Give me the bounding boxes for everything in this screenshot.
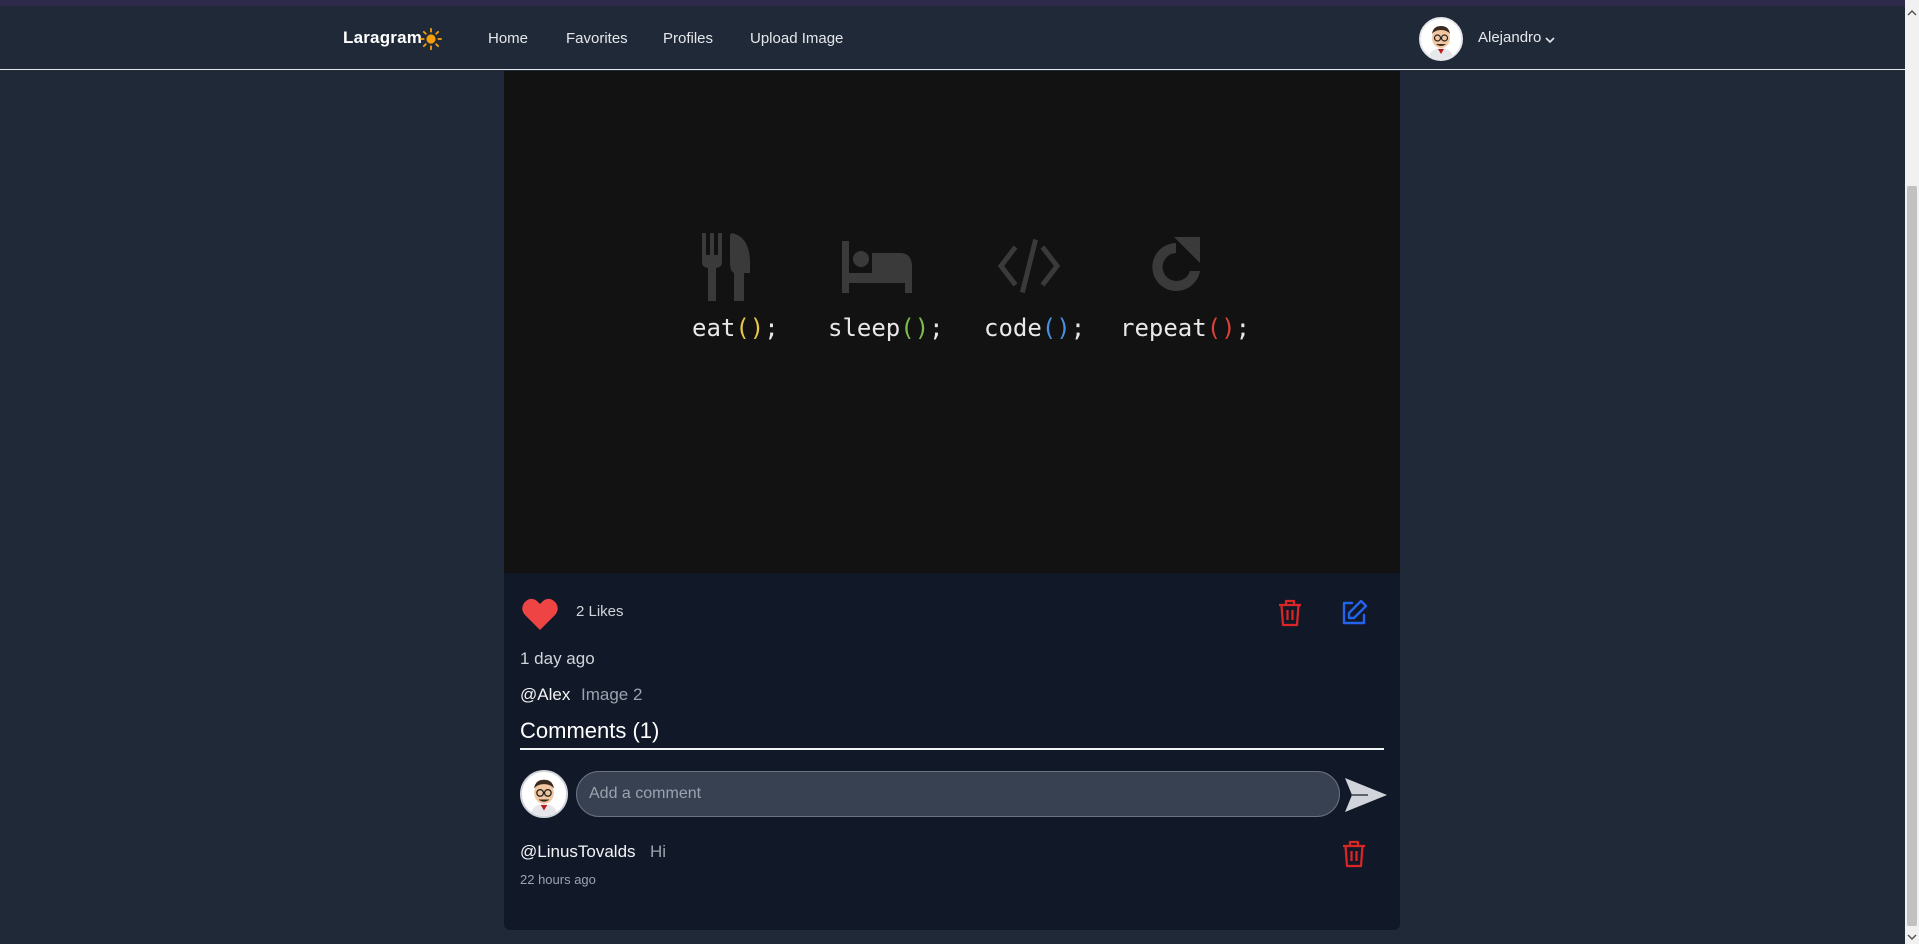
- nav-upload-image[interactable]: Upload Image: [750, 30, 843, 47]
- user-menu-name[interactable]: Alejandro: [1478, 29, 1541, 46]
- delete-comment-button[interactable]: [1342, 840, 1366, 868]
- post-image[interactable]: eat(); sleep(); code(); repeat();: [504, 71, 1400, 573]
- routine-label-repeat: repeat();: [1120, 314, 1251, 342]
- nav-favorites[interactable]: Favorites: [566, 30, 628, 47]
- comment-username[interactable]: @LinusTovalds: [520, 842, 636, 862]
- comment-input[interactable]: [576, 771, 1340, 817]
- routine-word: sleep: [828, 314, 901, 342]
- comment-avatar: [520, 770, 568, 818]
- post-card-body: 2 Likes 1 day ago @Alex Image 2 Comments…: [504, 573, 1400, 930]
- nav-home[interactable]: Home: [488, 30, 528, 47]
- routine-parens: (): [1206, 314, 1236, 342]
- sun-icon[interactable]: [420, 28, 442, 50]
- avatar-face-icon: [522, 772, 566, 816]
- comments-heading: Comments (1): [520, 718, 660, 743]
- nav-profiles[interactable]: Profiles: [663, 30, 713, 47]
- routine-parens: (): [900, 314, 930, 342]
- routine-label-code: code();: [984, 314, 1086, 342]
- scroll-down-arrow-icon[interactable]: [1905, 930, 1919, 944]
- routine-word: eat: [692, 314, 736, 342]
- comment-time: 22 hours ago: [520, 872, 596, 887]
- routine-parens: (): [1041, 314, 1071, 342]
- user-avatar[interactable]: [1419, 17, 1463, 61]
- send-comment-button[interactable]: [1344, 776, 1388, 814]
- routine-word: code: [984, 314, 1042, 342]
- edit-post-button[interactable]: [1340, 599, 1368, 627]
- post-caption: Image 2: [581, 685, 643, 704]
- scroll-up-arrow-icon[interactable]: [1905, 6, 1919, 20]
- avatar-face-icon: [1421, 19, 1461, 59]
- navbar: Laragram Home Favorites Profiles Upload …: [0, 6, 1905, 70]
- scrollbar-thumb[interactable]: [1907, 186, 1917, 926]
- code-icon: [998, 239, 1060, 293]
- routine-label-eat: eat();: [692, 314, 779, 342]
- delete-post-button[interactable]: [1278, 599, 1302, 627]
- comments-divider: [520, 748, 1384, 750]
- post-author[interactable]: @Alex: [520, 685, 570, 705]
- routine-parens: (): [735, 314, 765, 342]
- post-time-ago: 1 day ago: [520, 649, 595, 668]
- comment-text: Hi: [650, 842, 667, 861]
- likes-count: 2 Likes: [576, 603, 624, 620]
- bed-icon: [842, 241, 912, 293]
- repeat-icon: [1152, 237, 1200, 291]
- routine-word: repeat: [1120, 314, 1207, 342]
- brand-logo[interactable]: Laragram: [343, 28, 422, 48]
- routine-label-sleep: sleep();: [828, 314, 944, 342]
- chevron-down-icon[interactable]: [1545, 36, 1555, 44]
- heart-icon[interactable]: [522, 597, 558, 631]
- fork-knife-icon: [702, 233, 750, 301]
